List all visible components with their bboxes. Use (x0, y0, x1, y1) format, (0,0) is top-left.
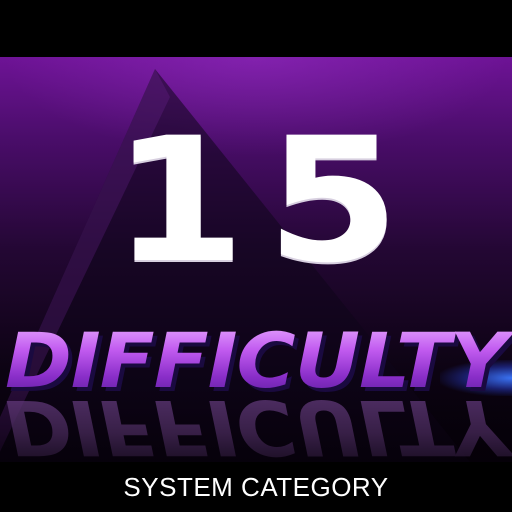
level-number: 15 (111, 100, 421, 301)
difficulty-title-reflection: DIFFICULTY (0, 388, 512, 462)
top-bar (0, 0, 512, 57)
category-bar: SYSTEM CATEGORY (0, 462, 512, 512)
difficulty-tile: 15 DIFFICULTY DIFFICULTY DIFFICULTY SYST… (0, 0, 512, 512)
reflection-fade (0, 388, 512, 462)
category-label: SYSTEM CATEGORY (123, 472, 389, 502)
